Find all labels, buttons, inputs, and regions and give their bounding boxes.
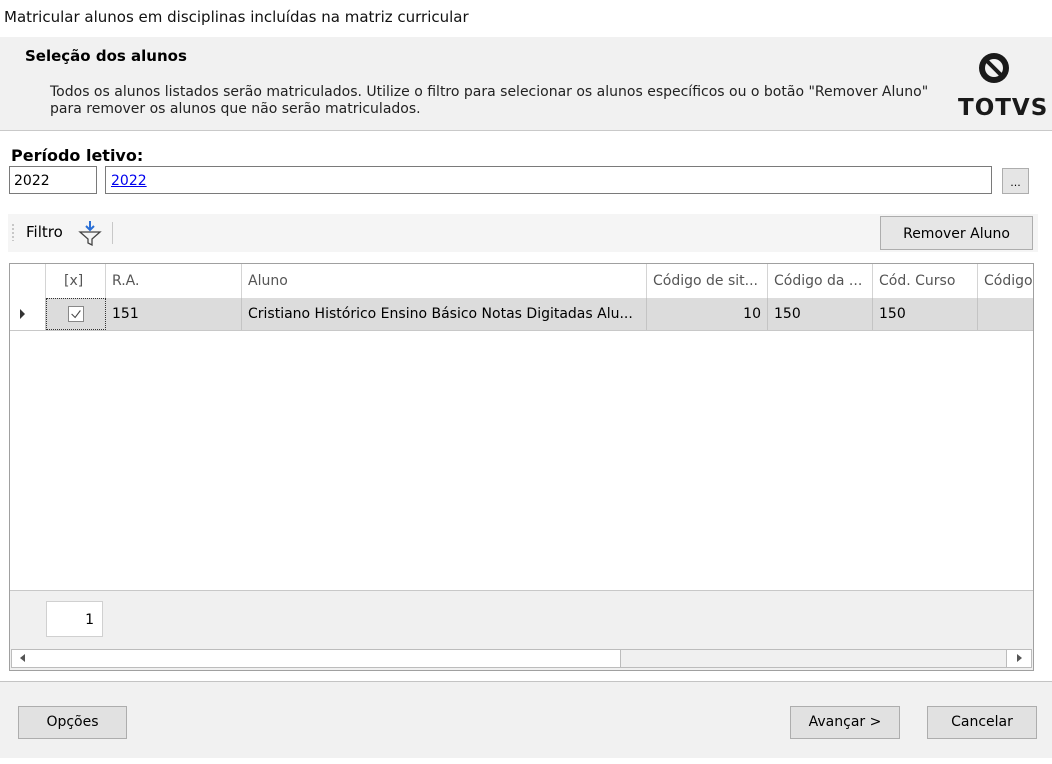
cell-aluno[interactable]: Cristiano Histórico Ensino Básico Notas … <box>242 298 647 330</box>
column-header-codigo[interactable]: Código <box>978 264 1033 298</box>
column-header-indicator <box>10 264 46 298</box>
cancel-button[interactable]: Cancelar <box>927 706 1037 739</box>
totvs-logo-icon <box>979 53 1009 83</box>
scroll-left-button[interactable] <box>12 650 37 667</box>
filter-label[interactable]: Filtro <box>26 223 63 241</box>
wizard-footer: Opções Avançar > Cancelar <box>0 682 1052 758</box>
cell-codigo-sit[interactable]: 10 <box>647 298 768 330</box>
grid-footer: 1 <box>10 590 1033 670</box>
cell-codigo-da[interactable]: 150 <box>768 298 873 330</box>
remove-student-button[interactable]: Remover Aluno <box>880 216 1033 250</box>
period-description-link[interactable]: 2022 <box>105 166 992 194</box>
column-header-ra[interactable]: R.A. <box>106 264 242 298</box>
page-number[interactable]: 1 <box>46 601 103 637</box>
wizard-header: Seleção dos alunos Todos os alunos lista… <box>0 37 1052 131</box>
totvs-logo: TOTVS <box>958 51 1047 123</box>
options-button[interactable]: Opções <box>18 706 127 739</box>
column-header-codigo-da[interactable]: Código da ... <box>768 264 873 298</box>
row-indicator-icon <box>20 309 25 319</box>
logo-text: TOTVS <box>958 95 1049 121</box>
chevron-right-icon <box>1017 654 1022 662</box>
column-header-cod-curso[interactable]: Cód. Curso <box>873 264 978 298</box>
period-lookup-button[interactable]: ... <box>1002 168 1029 194</box>
next-button[interactable]: Avançar > <box>790 706 900 739</box>
row-indicator-cell[interactable] <box>10 298 46 330</box>
filter-icon[interactable] <box>78 220 102 246</box>
window-title: Matricular alunos em disciplinas incluíd… <box>4 8 469 26</box>
row-checkbox[interactable] <box>68 306 84 322</box>
header-description: Todos os alunos listados serão matricula… <box>50 84 929 117</box>
chevron-left-icon <box>20 654 25 662</box>
header-title: Seleção dos alunos <box>25 47 187 65</box>
toolbar-grip[interactable] <box>12 223 14 241</box>
period-code-field[interactable]: 2022 <box>9 166 97 194</box>
cell-codigo[interactable] <box>978 298 1033 330</box>
students-grid[interactable]: [x] R.A. Aluno Código de sit... Código d… <box>9 263 1034 671</box>
toolbar-separator <box>112 222 113 244</box>
period-label: Período letivo: <box>11 146 144 165</box>
horizontal-scrollbar[interactable] <box>11 649 1032 668</box>
column-header-codigo-sit[interactable]: Código de sit... <box>647 264 768 298</box>
scrollbar-thumb[interactable] <box>36 650 621 667</box>
cell-cod-curso[interactable]: 150 <box>873 298 978 330</box>
column-header-aluno[interactable]: Aluno <box>242 264 647 298</box>
table-row[interactable]: 151 Cristiano Histórico Ensino Básico No… <box>10 298 1033 331</box>
column-header-select[interactable]: [x] <box>46 264 106 298</box>
scroll-right-button[interactable] <box>1006 650 1031 667</box>
cell-ra[interactable]: 151 <box>106 298 242 330</box>
select-cell[interactable] <box>46 298 106 330</box>
grid-header: [x] R.A. Aluno Código de sit... Código d… <box>10 264 1033 299</box>
